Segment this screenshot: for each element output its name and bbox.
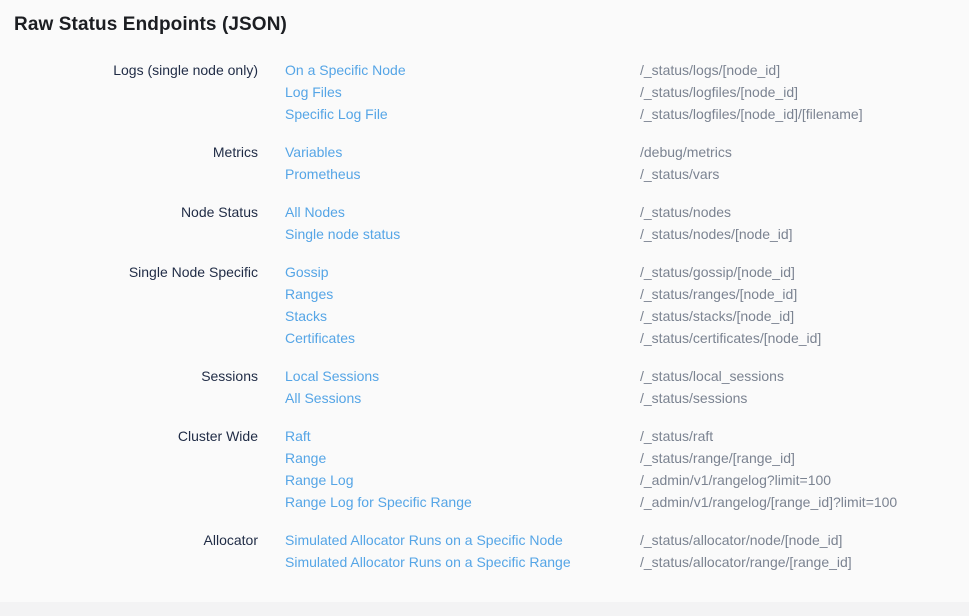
endpoint-row: Prometheus /_status/vars xyxy=(285,163,969,185)
endpoint-row: Ranges /_status/ranges/[node_id] xyxy=(285,283,969,305)
category-label: Cluster Wide xyxy=(0,425,258,447)
endpoint-rows: Local Sessions /_status/local_sessions A… xyxy=(285,365,969,409)
endpoint-row: Variables /debug/metrics xyxy=(285,141,969,163)
endpoint-path: /_status/gossip/[node_id] xyxy=(640,261,795,283)
bottom-band xyxy=(0,602,969,616)
endpoint-rows: Variables /debug/metrics Prometheus /_st… xyxy=(285,141,969,185)
page-title: Raw Status Endpoints (JSON) xyxy=(14,13,969,37)
endpoint-rows: Gossip /_status/gossip/[node_id] Ranges … xyxy=(285,261,969,349)
endpoint-link[interactable]: Certificates xyxy=(285,327,640,349)
endpoint-path: /_status/local_sessions xyxy=(640,365,784,387)
endpoint-link[interactable]: On a Specific Node xyxy=(285,59,640,81)
endpoint-row: Log Files /_status/logfiles/[node_id] xyxy=(285,81,969,103)
endpoint-link[interactable]: Range Log for Specific Range xyxy=(285,491,640,513)
endpoint-group: Node Status All Nodes /_status/nodes Sin… xyxy=(0,201,969,245)
endpoint-path: /_status/logfiles/[node_id]/[filename] xyxy=(640,103,863,125)
endpoint-group: Cluster Wide Raft /_status/raft Range /_… xyxy=(0,425,969,513)
endpoint-path: /_status/raft xyxy=(640,425,713,447)
endpoint-table: Logs (single node only) On a Specific No… xyxy=(0,59,969,573)
endpoint-path: /_status/nodes xyxy=(640,201,731,223)
category-label: Logs (single node only) xyxy=(0,59,258,81)
endpoint-link[interactable]: Range xyxy=(285,447,640,469)
endpoint-link[interactable]: Stacks xyxy=(285,305,640,327)
endpoint-group: Metrics Variables /debug/metrics Prometh… xyxy=(0,141,969,185)
endpoint-path: /_status/vars xyxy=(640,163,719,185)
endpoint-path: /_status/sessions xyxy=(640,387,747,409)
category-label: Allocator xyxy=(0,529,258,551)
endpoint-link[interactable]: Ranges xyxy=(285,283,640,305)
endpoint-path: /_status/allocator/range/[range_id] xyxy=(640,551,852,573)
endpoint-link[interactable]: All Nodes xyxy=(285,201,640,223)
category-label: Node Status xyxy=(0,201,258,223)
endpoint-row: Range Log for Specific Range /_admin/v1/… xyxy=(285,491,969,513)
category-label: Metrics xyxy=(0,141,258,163)
endpoint-link[interactable]: Range Log xyxy=(285,469,640,491)
endpoint-row: Gossip /_status/gossip/[node_id] xyxy=(285,261,969,283)
endpoint-link[interactable]: Raft xyxy=(285,425,640,447)
category-label: Sessions xyxy=(0,365,258,387)
endpoint-row: Specific Log File /_status/logfiles/[nod… xyxy=(285,103,969,125)
endpoint-path: /_status/stacks/[node_id] xyxy=(640,305,794,327)
endpoint-row: All Sessions /_status/sessions xyxy=(285,387,969,409)
endpoint-link[interactable]: Gossip xyxy=(285,261,640,283)
endpoint-link[interactable]: Simulated Allocator Runs on a Specific R… xyxy=(285,551,640,573)
endpoint-row: Single node status /_status/nodes/[node_… xyxy=(285,223,969,245)
endpoint-path: /_status/range/[range_id] xyxy=(640,447,795,469)
endpoint-rows: Raft /_status/raft Range /_status/range/… xyxy=(285,425,969,513)
endpoint-row: All Nodes /_status/nodes xyxy=(285,201,969,223)
endpoint-path: /_status/allocator/node/[node_id] xyxy=(640,529,842,551)
endpoint-path: /_admin/v1/rangelog/[range_id]?limit=100 xyxy=(640,491,897,513)
endpoint-rows: All Nodes /_status/nodes Single node sta… xyxy=(285,201,969,245)
endpoint-row: Certificates /_status/certificates/[node… xyxy=(285,327,969,349)
endpoint-link[interactable]: Single node status xyxy=(285,223,640,245)
endpoint-row: Simulated Allocator Runs on a Specific N… xyxy=(285,529,969,551)
endpoint-path: /_status/logs/[node_id] xyxy=(640,59,780,81)
endpoint-link[interactable]: Log Files xyxy=(285,81,640,103)
category-label: Single Node Specific xyxy=(0,261,258,283)
endpoint-link[interactable]: Prometheus xyxy=(285,163,640,185)
endpoint-rows: On a Specific Node /_status/logs/[node_i… xyxy=(285,59,969,125)
endpoint-path: /_status/logfiles/[node_id] xyxy=(640,81,798,103)
endpoint-row: Range Log /_admin/v1/rangelog?limit=100 xyxy=(285,469,969,491)
endpoint-link[interactable]: All Sessions xyxy=(285,387,640,409)
endpoint-row: Raft /_status/raft xyxy=(285,425,969,447)
endpoint-row: On a Specific Node /_status/logs/[node_i… xyxy=(285,59,969,81)
endpoint-row: Local Sessions /_status/local_sessions xyxy=(285,365,969,387)
endpoint-row: Stacks /_status/stacks/[node_id] xyxy=(285,305,969,327)
endpoint-group: Sessions Local Sessions /_status/local_s… xyxy=(0,365,969,409)
endpoint-link[interactable]: Local Sessions xyxy=(285,365,640,387)
endpoint-group: Logs (single node only) On a Specific No… xyxy=(0,59,969,125)
endpoint-path: /_status/nodes/[node_id] xyxy=(640,223,793,245)
endpoint-rows: Simulated Allocator Runs on a Specific N… xyxy=(285,529,969,573)
endpoint-group: Allocator Simulated Allocator Runs on a … xyxy=(0,529,969,573)
endpoint-link[interactable]: Variables xyxy=(285,141,640,163)
endpoint-path: /_admin/v1/rangelog?limit=100 xyxy=(640,469,831,491)
endpoint-row: Range /_status/range/[range_id] xyxy=(285,447,969,469)
endpoint-path: /_status/certificates/[node_id] xyxy=(640,327,821,349)
endpoint-group: Single Node Specific Gossip /_status/gos… xyxy=(0,261,969,349)
endpoint-path: /debug/metrics xyxy=(640,141,732,163)
endpoint-link[interactable]: Specific Log File xyxy=(285,103,640,125)
endpoint-link[interactable]: Simulated Allocator Runs on a Specific N… xyxy=(285,529,640,551)
endpoint-path: /_status/ranges/[node_id] xyxy=(640,283,797,305)
endpoint-row: Simulated Allocator Runs on a Specific R… xyxy=(285,551,969,573)
